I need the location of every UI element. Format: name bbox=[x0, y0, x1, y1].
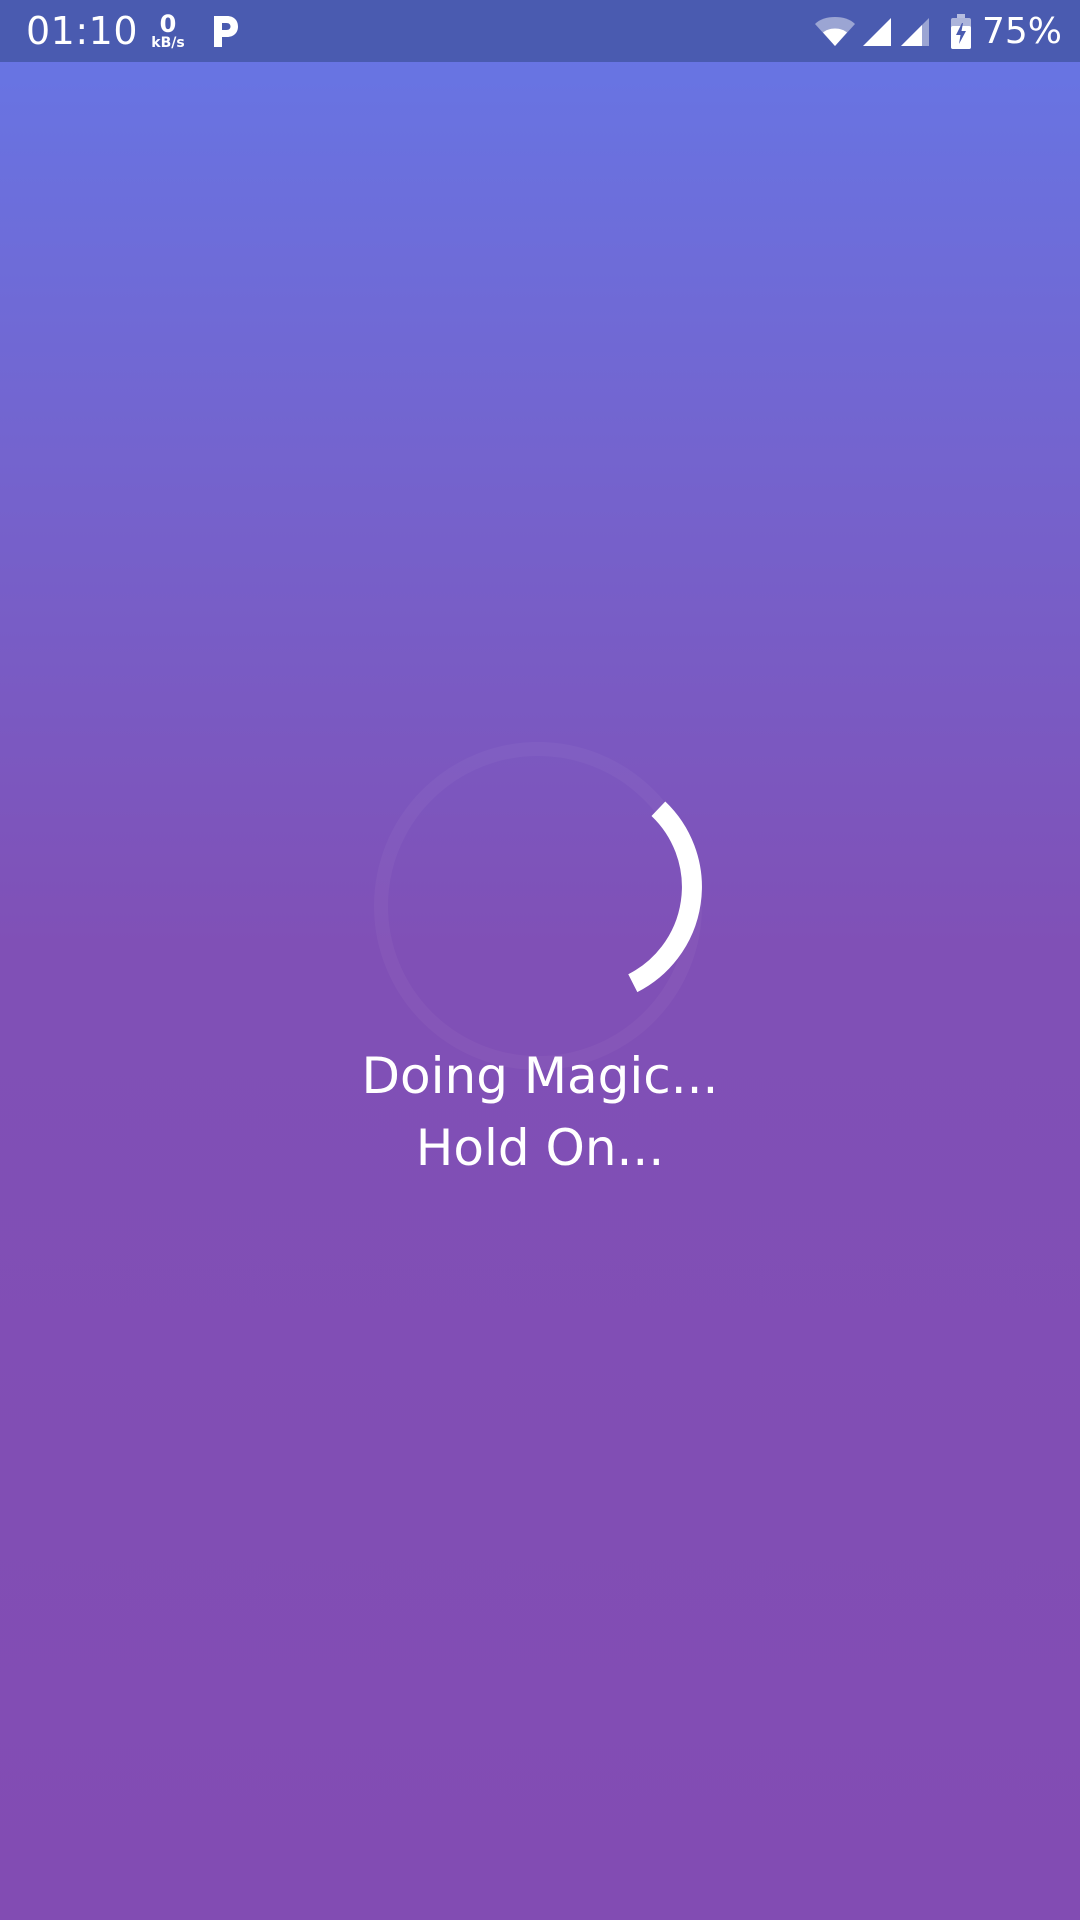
loading-spinner-icon bbox=[374, 742, 702, 1070]
loading-line-1: Doing Magic... bbox=[361, 1047, 719, 1105]
battery-percent: 75% bbox=[982, 11, 1063, 52]
loading-message: Doing Magic... Hold On... bbox=[0, 1040, 1080, 1184]
signal-icon bbox=[901, 18, 929, 46]
network-speed-value: 0 bbox=[159, 10, 177, 38]
network-speed-unit: kB/s bbox=[151, 35, 185, 51]
status-time: 01:10 bbox=[26, 9, 139, 53]
battery-charging-icon bbox=[951, 14, 971, 49]
loading-line-2: Hold On... bbox=[415, 1119, 665, 1177]
signal-icon bbox=[863, 18, 891, 46]
wifi-icon bbox=[815, 17, 855, 46]
network-speed: 0 kB/s bbox=[148, 12, 188, 50]
status-bar: 01:10 0 kB/s 75% bbox=[0, 0, 1080, 62]
p-icon bbox=[214, 16, 238, 47]
